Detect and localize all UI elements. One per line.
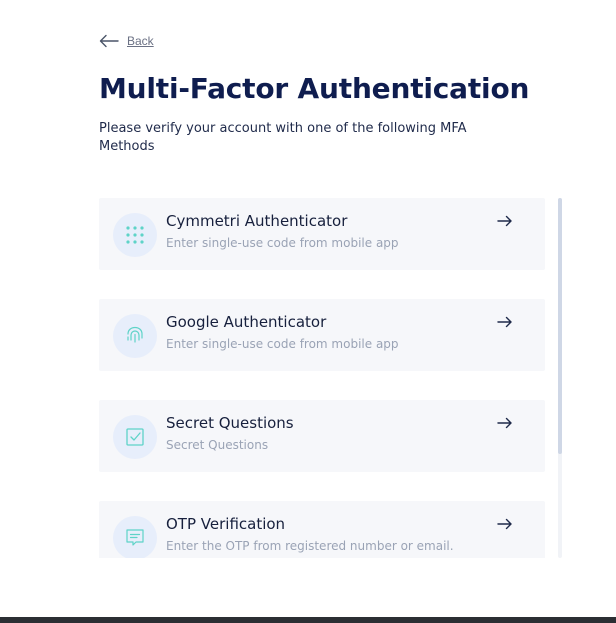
arrow-right-icon	[497, 316, 512, 328]
arrow-left-icon	[99, 34, 119, 48]
mfa-method-google-authenticator[interactable]: Google Authenticator Enter single-use co…	[99, 299, 545, 371]
scrollbar-thumb[interactable]	[558, 198, 562, 454]
arrow-right-icon	[497, 417, 512, 429]
dots-grid-icon	[126, 226, 144, 244]
arrow-right-icon	[497, 518, 512, 530]
chat-message-icon	[126, 529, 144, 546]
page-title: Multi-Factor Authentication	[99, 72, 530, 105]
method-description: Enter single-use code from mobile app	[166, 236, 399, 250]
method-description: Enter the OTP from registered number or …	[166, 539, 454, 553]
method-icon-container	[113, 314, 157, 358]
bottom-bar	[0, 617, 616, 623]
method-name: Secret Questions	[166, 414, 294, 432]
method-name: OTP Verification	[166, 515, 286, 533]
back-link[interactable]: Back	[99, 34, 154, 48]
method-name: Google Authenticator	[166, 313, 327, 331]
checkbox-icon	[126, 428, 144, 446]
page-subtitle: Please verify your account with one of t…	[99, 121, 467, 154]
fingerprint-icon	[127, 326, 143, 343]
method-description: Enter single-use code from mobile app	[166, 337, 399, 351]
method-icon-container	[113, 213, 157, 257]
arrow-right-icon	[497, 215, 512, 227]
mfa-method-cymmetri-authenticator[interactable]: Cymmetri Authenticator Enter single-use …	[99, 198, 545, 270]
mfa-methods-list: Cymmetri Authenticator Enter single-use …	[99, 198, 565, 558]
method-name: Cymmetri Authenticator	[166, 212, 348, 230]
method-icon-container	[113, 516, 157, 558]
mfa-method-otp-verification[interactable]: OTP Verification Enter the OTP from regi…	[99, 501, 545, 558]
method-icon-container	[113, 415, 157, 459]
method-description: Secret Questions	[166, 438, 269, 452]
back-label: Back	[127, 34, 154, 48]
list-scrollbar[interactable]	[558, 198, 562, 558]
mfa-method-secret-questions[interactable]: Secret Questions Secret Questions	[99, 400, 545, 472]
